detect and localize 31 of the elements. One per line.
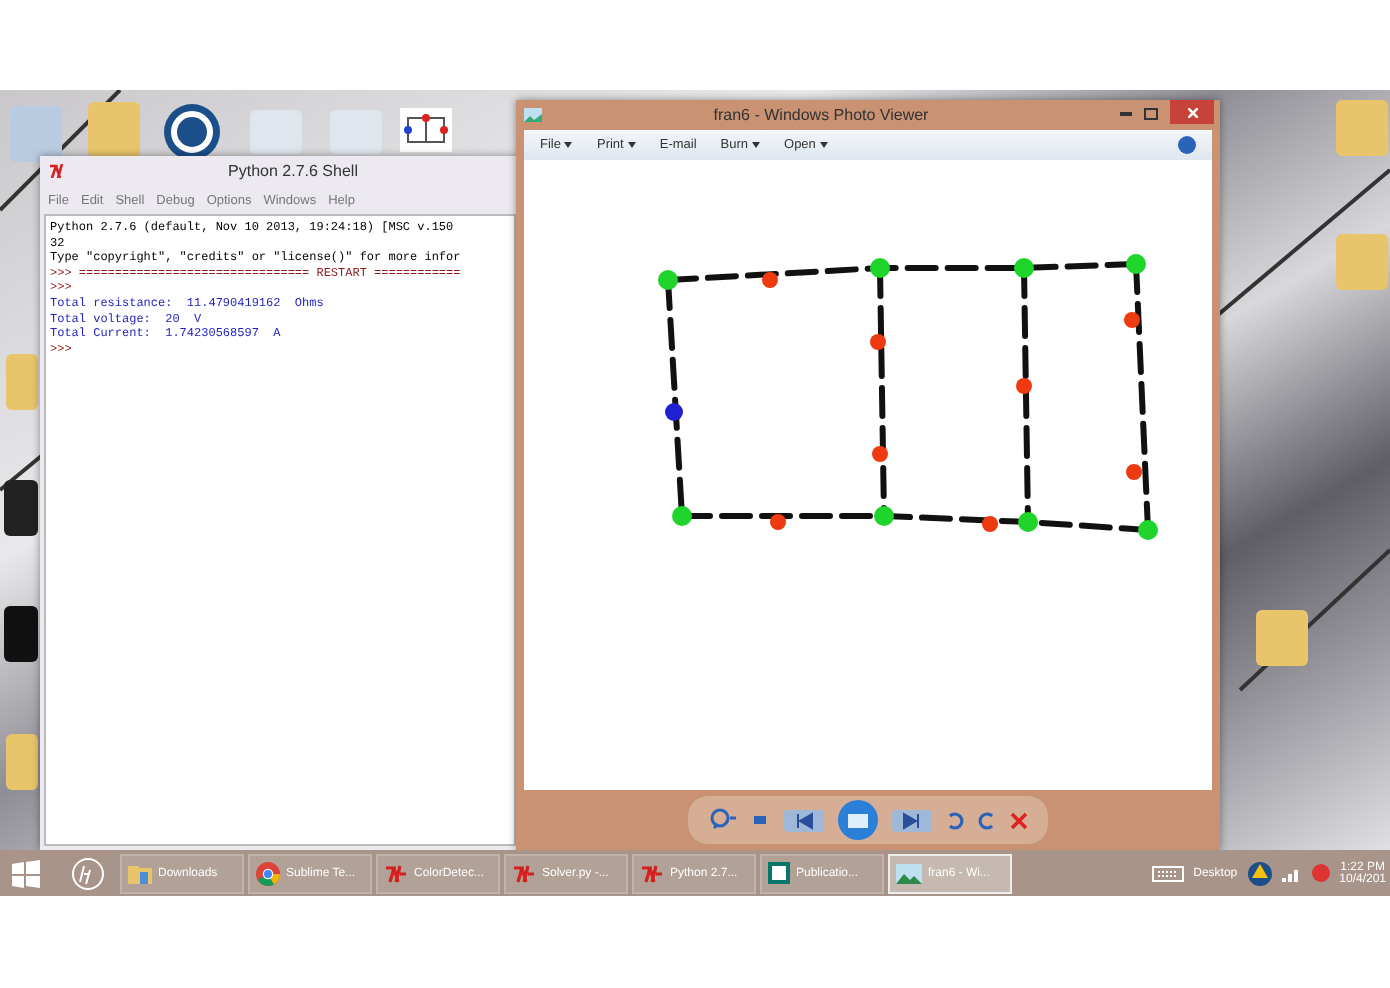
feather-icon [384, 863, 408, 883]
zoom-icon[interactable] [708, 808, 736, 832]
delete-icon[interactable] [1010, 811, 1028, 829]
window-title: Python 2.7.6 Shell [226, 162, 360, 180]
dropdown-arrow-icon [627, 142, 636, 148]
rotate-right-icon[interactable] [978, 810, 996, 830]
feather-icon [48, 164, 66, 178]
next-icon[interactable] [892, 809, 932, 831]
dropdown-arrow-icon [752, 142, 761, 148]
feather-icon [640, 863, 664, 883]
hp-logo-icon[interactable] [72, 857, 104, 889]
fit-icon[interactable] [750, 810, 770, 830]
picture-icon [896, 863, 922, 883]
network-icon[interactable] [1281, 865, 1302, 881]
rotate-left-icon[interactable] [946, 810, 964, 830]
circuit-icon[interactable] [400, 108, 452, 152]
maximize-icon[interactable] [1144, 108, 1158, 120]
dropdown-arrow-icon [819, 142, 828, 148]
dropdown-arrow-icon [564, 142, 573, 148]
feather-icon [512, 863, 536, 883]
warning-icon[interactable] [1247, 861, 1272, 885]
document-icon [768, 862, 790, 884]
close-icon [1187, 107, 1197, 117]
windows-logo-icon[interactable] [12, 859, 40, 887]
previous-icon[interactable] [784, 809, 824, 831]
picture-icon [524, 108, 542, 122]
browser-icon [256, 861, 280, 885]
slideshow-icon[interactable] [838, 800, 878, 840]
window-title: fran6 - Windows Photo Viewer [711, 106, 931, 124]
keyboard-icon[interactable] [1151, 865, 1184, 881]
close-button[interactable] [1170, 100, 1214, 124]
